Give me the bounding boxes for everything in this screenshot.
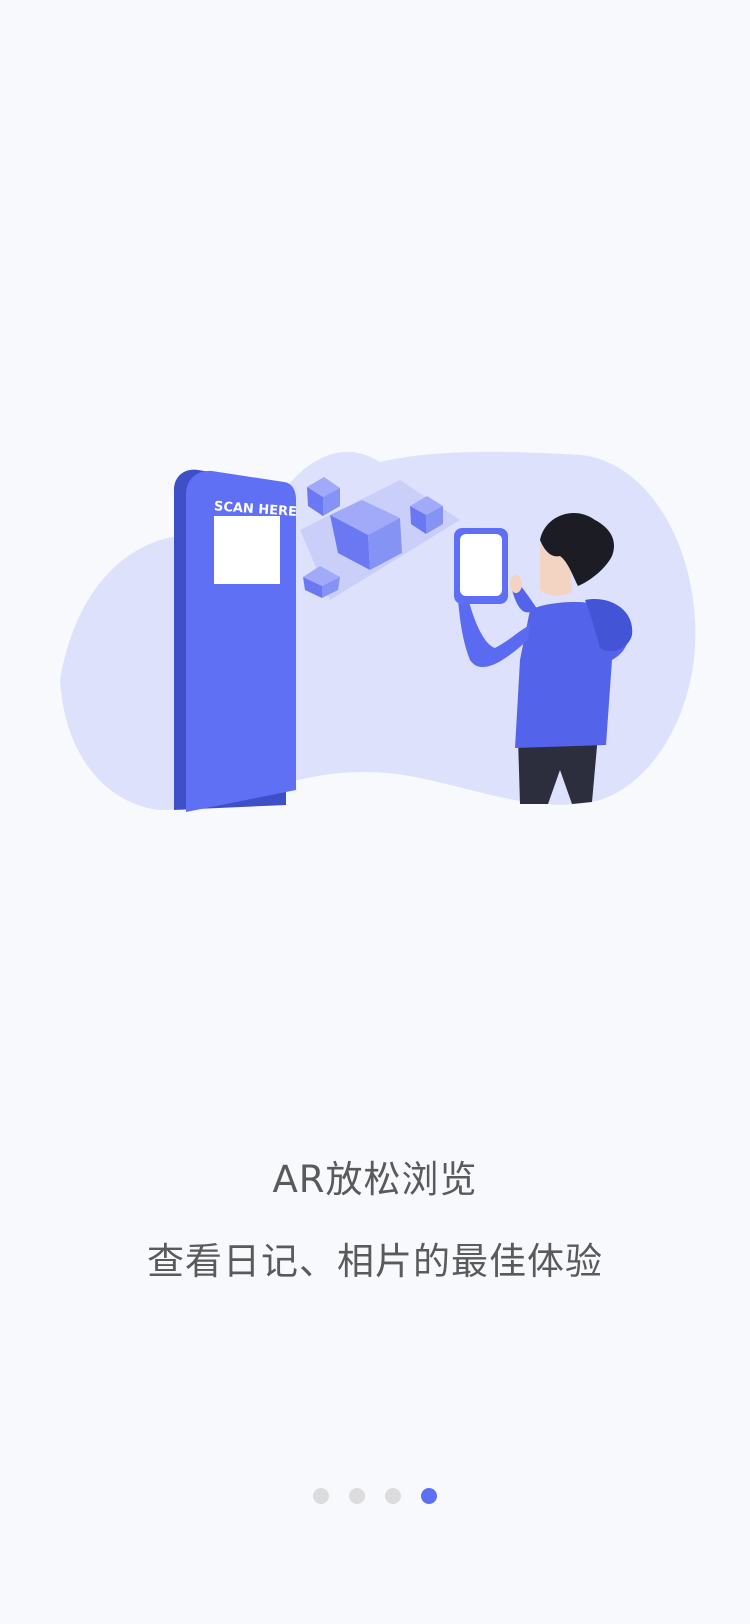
page-indicator bbox=[0, 1488, 750, 1508]
page-dot-3[interactable] bbox=[385, 1488, 401, 1504]
page-dot-1[interactable] bbox=[313, 1488, 329, 1504]
onboarding-screen: SCAN HERE AR放松浏览 查看日记、相片的最佳体验 bbox=[0, 0, 750, 1624]
onboarding-title: AR放松浏览 bbox=[272, 1158, 478, 1201]
kiosk-qr-screen bbox=[214, 516, 280, 584]
page-dot-4-active[interactable] bbox=[421, 1488, 437, 1504]
tablet-device bbox=[454, 528, 508, 604]
ar-scan-illustration: SCAN HERE bbox=[60, 451, 696, 812]
scan-kiosk: SCAN HERE bbox=[174, 469, 297, 812]
page-dot-2[interactable] bbox=[349, 1488, 365, 1504]
onboarding-subtitle: 查看日记、相片的最佳体验 bbox=[147, 1240, 603, 1283]
